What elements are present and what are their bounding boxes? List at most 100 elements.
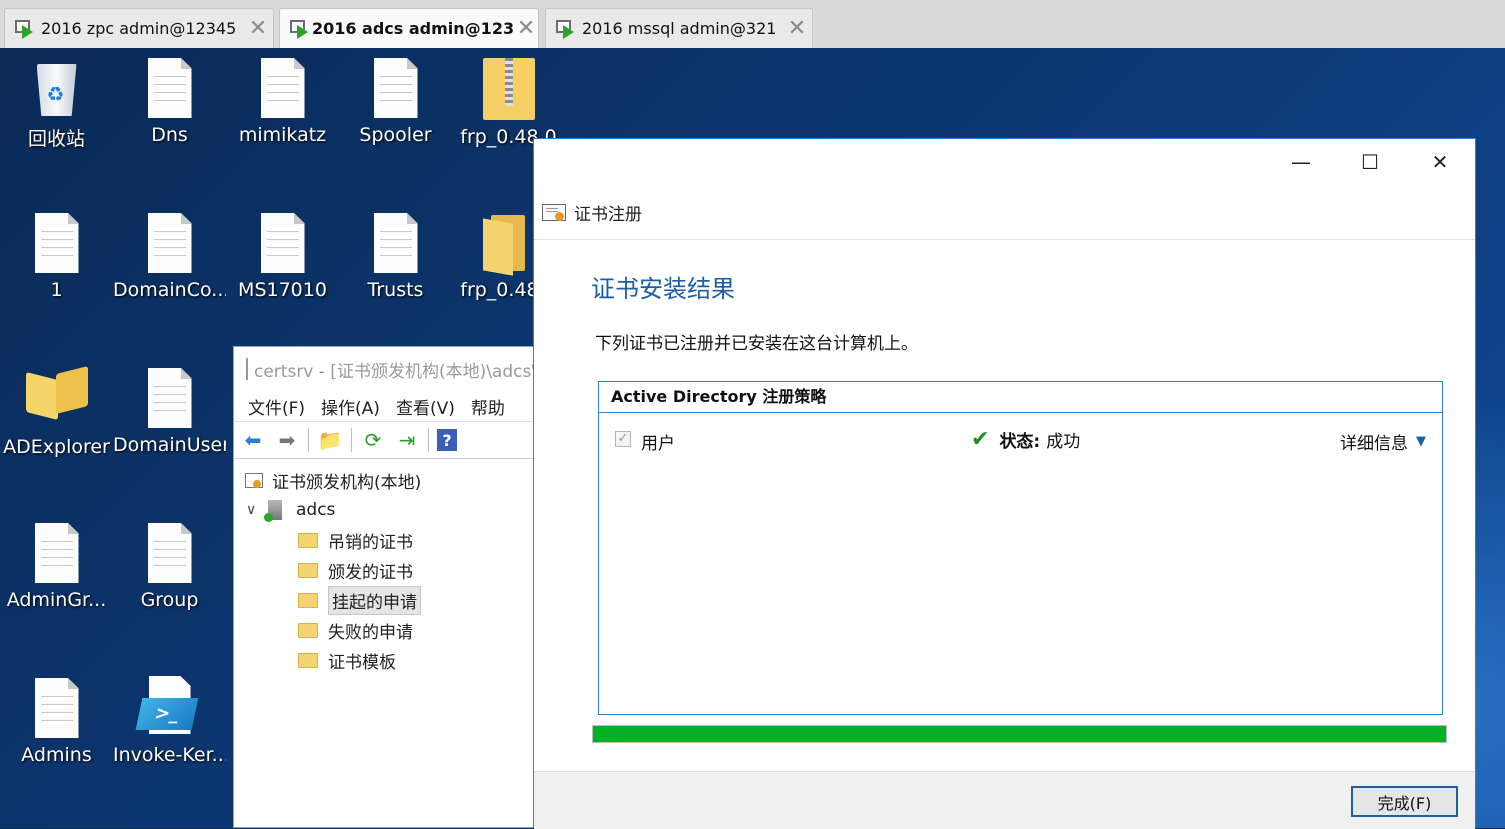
help-icon[interactable]: ? <box>437 429 457 451</box>
document-icon <box>260 213 305 273</box>
document-icon <box>34 678 79 738</box>
desktop-icon-label: AdminGr... <box>6 589 107 611</box>
desktop-icon-group[interactable]: Group <box>113 523 226 611</box>
enrollment-result-panel: Active Directory 注册策略 ✓ 用户 ✔ 状态: 成功 详细信息… <box>598 381 1443 715</box>
menu-view[interactable]: 查看(V) <box>396 394 455 419</box>
menu-file[interactable]: 文件(F) <box>248 394 305 419</box>
tree-node-adcs[interactable]: ∨ adcs <box>234 495 537 525</box>
tab-2016-adcs[interactable]: 2016 adcs admin@123 ✕ <box>279 8 539 48</box>
certificate-row: ✓ 用户 ✔ 状态: 成功 详细信息 ▼ <box>599 413 1442 467</box>
desktop-icon-label: Admins <box>21 744 92 766</box>
tree-item-pending[interactable]: 挂起的申请 <box>234 585 537 615</box>
close-icon[interactable]: ✕ <box>514 16 538 41</box>
desktop-icon-spooler[interactable]: Spooler <box>339 58 452 146</box>
checkmark-icon: ✔ <box>971 427 990 452</box>
ca-server-icon <box>264 500 282 522</box>
desktop-icon-admingr[interactable]: AdminGr... <box>0 523 113 611</box>
vm-tab-strip: 2016 zpc admin@12345 ✕ 2016 adcs admin@1… <box>0 0 1505 49</box>
toolbar: ⬅ ➡ 📁 ⟳ ⇥ ? <box>234 421 537 459</box>
tab-label: 2016 mssql admin@321 <box>582 19 777 38</box>
status-badge: ✔ 状态: 成功 <box>971 427 1080 452</box>
maximize-button[interactable]: ☐ <box>1347 147 1393 177</box>
desktop-icon-ms17010[interactable]: MS17010 <box>226 213 339 301</box>
progress-bar <box>592 725 1447 743</box>
document-icon <box>373 58 418 118</box>
desktop-icon-invoke-ker[interactable]: >_ Invoke-Ker... <box>113 676 226 766</box>
desktop-icon-domainuser[interactable]: DomainUser <box>113 368 226 456</box>
desktop-icon-label: 1 <box>50 279 63 301</box>
details-toggle[interactable]: 详细信息 ▼ <box>1340 429 1426 454</box>
minimize-button[interactable]: — <box>1278 147 1324 177</box>
forward-icon[interactable]: ➡ <box>274 427 300 453</box>
export-list-icon[interactable]: ⇥ <box>394 427 420 453</box>
toolbar-separator <box>428 428 429 452</box>
desktop-icon-admins[interactable]: Admins <box>0 678 113 766</box>
desktop-icon-label: Spooler <box>359 124 432 146</box>
refresh-icon[interactable]: ⟳ <box>360 427 386 453</box>
back-icon[interactable]: ⬅ <box>240 427 266 453</box>
close-button[interactable]: ✕ <box>1417 147 1463 177</box>
folder-icon <box>298 652 318 668</box>
tree-item-failed[interactable]: 失败的申请 <box>234 615 537 645</box>
tab-label: 2016 zpc admin@12345 <box>41 19 237 38</box>
desktop-icon-label: Trusts <box>367 279 424 301</box>
dialog-footer: 完成(F) <box>534 771 1475 829</box>
document-icon <box>147 213 192 273</box>
menu-help[interactable]: 帮助 <box>471 394 505 419</box>
close-icon[interactable]: ✕ <box>782 16 812 41</box>
desktop-icon-dns[interactable]: Dns <box>113 58 226 146</box>
dialog-title-bar: — ☐ ✕ <box>534 139 1475 185</box>
certificate-name: 用户 <box>641 434 675 454</box>
desktop-icon-adexplorer[interactable]: ADExplorer <box>0 366 113 458</box>
folder-icon <box>298 592 318 608</box>
vm-icon <box>15 19 35 39</box>
tree-item-revoked[interactable]: 吊销的证书 <box>234 525 537 555</box>
desktop-icon-mimikatz[interactable]: mimikatz <box>226 58 339 146</box>
dialog-window-title: 证书注册 <box>574 204 642 225</box>
tree-item-label: 证书模板 <box>328 652 396 673</box>
desktop-icon-frp-zip[interactable]: frp_0.48.0 <box>452 58 565 148</box>
tree-item-issued[interactable]: 颁发的证书 <box>234 555 537 585</box>
tree-item-label: 失败的申请 <box>328 622 413 643</box>
desktop-icon-label: MS17010 <box>238 279 327 301</box>
document-icon <box>260 58 305 118</box>
status-label: 状态: <box>999 432 1041 452</box>
desktop-icon-label: Group <box>140 589 199 611</box>
recycle-bin-icon: ♻ <box>29 56 85 118</box>
book-icon <box>22 366 92 422</box>
finish-button[interactable]: 完成(F) <box>1351 786 1458 817</box>
tab-2016-mssql[interactable]: 2016 mssql admin@321 ✕ <box>545 8 813 48</box>
chevron-down-icon: ▼ <box>1416 434 1426 449</box>
folder-icon <box>298 532 318 548</box>
desktop-icon-label: DomainCo... <box>113 279 226 301</box>
status-value: 成功 <box>1046 432 1081 452</box>
window-title: certsrv - [证书颁发机构(本地)\adcs\挂起的申请] <box>254 361 538 382</box>
close-icon[interactable]: ✕ <box>243 16 273 41</box>
tree-root[interactable]: 证书颁发机构(本地) <box>234 465 537 495</box>
desktop-icon-1[interactable]: 1 <box>0 213 113 301</box>
result-description: 下列证书已注册并已安装在这台计算机上。 <box>595 334 918 354</box>
document-icon <box>147 58 192 118</box>
document-icon <box>373 213 418 273</box>
tab-2016-zpc[interactable]: 2016 zpc admin@12345 ✕ <box>4 8 274 48</box>
desktop-icon-label: ADExplorer <box>3 436 110 458</box>
tree-item-label: 挂起的申请 <box>328 585 421 615</box>
policy-header: Active Directory 注册策略 <box>599 382 1442 413</box>
desktop-icon-label: 回收站 <box>27 128 85 150</box>
desktop-icon-domainco[interactable]: DomainCo... <box>113 213 226 301</box>
desktop-icon-recycle-bin[interactable]: ♻ 回收站 <box>0 56 113 151</box>
tree-node-label: adcs <box>296 500 336 520</box>
progress-fill <box>593 726 1446 742</box>
details-label: 详细信息 <box>1340 434 1408 454</box>
toolbar-separator <box>351 428 352 452</box>
desktop-icon-label: Invoke-Ker... <box>113 744 226 766</box>
up-folder-icon[interactable]: 📁 <box>317 427 343 453</box>
desktop-icon-trusts[interactable]: Trusts <box>339 213 452 301</box>
menu-action[interactable]: 操作(A) <box>321 394 380 419</box>
document-icon <box>147 523 192 583</box>
desktop-icon-label: mimikatz <box>238 124 327 146</box>
certificate-icon <box>542 202 566 222</box>
tree-item-templates[interactable]: 证书模板 <box>234 645 537 675</box>
document-icon <box>34 213 79 273</box>
certsrv-title-bar: certsrv - [证书颁发机构(本地)\adcs\挂起的申请] <box>234 347 537 391</box>
